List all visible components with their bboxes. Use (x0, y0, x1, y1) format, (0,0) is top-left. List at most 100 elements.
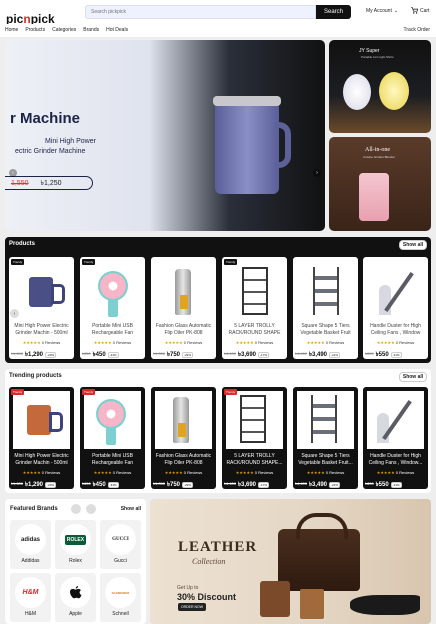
product-card[interactable]: Trendy Mini High Power Electric Grinder … (9, 257, 74, 359)
old-price: ৳800 (365, 481, 374, 486)
chevron-down-icon: ⌄ (393, 8, 399, 14)
new-price: ৳450 (92, 352, 106, 358)
my-account-menu[interactable]: My Account ⌄ (366, 8, 398, 14)
product-rating: ★★★★★ 0 Reviews (222, 470, 287, 475)
old-price: ৳1,600 (11, 481, 24, 486)
adidas-logo-icon: adidas (15, 524, 46, 555)
brands-show-all-link[interactable]: Show all (121, 506, 141, 512)
nav-brands[interactable]: Brands (83, 27, 99, 33)
product-card[interactable]: Square Shape 5 Tiers Vegetable Basket Fr… (293, 387, 358, 489)
brand-name: Gucci (114, 558, 127, 564)
hero-line1: Mini High Power (45, 138, 96, 145)
hero-line2: ectric Grinder Machine (15, 148, 86, 155)
product-name: Fashion Glass Automatic Flip Oiler PK-80… (155, 453, 212, 466)
old-price: ৳4,400 (295, 481, 308, 486)
product-rating: ★★★★★ 0 Reviews (293, 340, 358, 345)
hero-prev-button[interactable]: ‹ (9, 169, 17, 177)
product-card[interactable]: Handle Duster for High Ceiling Fans , Wi… (363, 387, 428, 489)
nav-products[interactable]: Products (25, 27, 45, 33)
product-card[interactable]: Handle Duster for High Ceiling Fans , Wi… (363, 257, 428, 359)
brand-card[interactable]: SCHNEIDER Schneil (100, 573, 141, 622)
discount-badge: -31% (390, 481, 402, 488)
brand-card[interactable]: Apple (55, 573, 96, 622)
star-rating-icon: ★★★★★ (306, 470, 325, 475)
product-name: Square Shape 5 Tiers Vegetable Basket Fr… (298, 453, 353, 466)
trendy-badge: Trendy (82, 259, 96, 265)
product-image (15, 263, 68, 319)
search-bar: Search (85, 5, 351, 19)
order-now-button[interactable]: ORDER NOW (178, 603, 206, 611)
product-name: 5 LAYER TROLLY RACK/ROUND SHAPE... (226, 453, 283, 466)
product-name: Mini High Power Electric Grinder Machin … (14, 323, 69, 336)
review-count: 0 Reviews (395, 470, 415, 475)
new-price: ৳1,290 (25, 482, 44, 488)
product-rating: ★★★★★ 0 Reviews (222, 340, 287, 345)
product-image (226, 391, 283, 449)
hm-logo-icon: H&M (15, 577, 46, 608)
product-card[interactable]: Square Shape 5 Tiers Vegetable Basket Fr… (293, 257, 358, 359)
product-card[interactable]: Trendy Portable Mini USB Rechargeable Fa… (80, 387, 145, 489)
schneider-logo-icon: SCHNEIDER (105, 577, 136, 608)
hero-mug-lid (213, 96, 281, 106)
promo-banner-blender[interactable]: All-in-one Cuisine Grinder Blender (329, 137, 431, 231)
product-image (228, 263, 281, 319)
hero-old-price: 1,550 (11, 179, 29, 187)
star-rating-icon: ★★★★★ (235, 340, 254, 345)
products-show-all-button[interactable]: Show all (399, 240, 427, 250)
new-price: ৳550 (375, 482, 389, 488)
discount-badge: -29% (182, 481, 194, 488)
section-title: Trending products (9, 373, 62, 379)
nav-categories[interactable]: Categories (52, 27, 76, 33)
trending-show-all-button[interactable]: Show all (399, 372, 427, 382)
brand-card[interactable]: GUCCI Gucci (100, 520, 141, 569)
product-rating: ★★★★★ 0 Reviews (9, 340, 74, 345)
brand-card[interactable]: ROLEX Rolex (55, 520, 96, 569)
brand-card[interactable]: H&M H&M (10, 573, 51, 622)
old-price: ৳650 (82, 351, 91, 356)
product-card[interactable]: Trendy 5 LAYER TROLLY RACK/ROUND SHAPE..… (222, 387, 287, 489)
trending-section: Trending products Show all Trendy Mini H… (5, 369, 431, 493)
nav-home[interactable]: Home (5, 27, 18, 33)
product-card[interactable]: Trendy 5 LAYER TROLLY RACK/ROUND SHAPE ★… (222, 257, 287, 359)
brands-next-button[interactable] (86, 504, 96, 514)
search-button[interactable]: Search (316, 5, 351, 19)
product-name: Square Shape 5 Tiers Vegetable Basket Fr… (300, 323, 351, 336)
products-prev-button[interactable]: ‹ (10, 309, 19, 318)
old-price: ৳4,400 (224, 351, 237, 356)
product-card[interactable]: Trendy Mini High Power Electric Grinder … (9, 387, 74, 489)
leather-collection-banner[interactable]: LEATHER Collection Get Up to 30% Discoun… (150, 499, 431, 624)
product-price: ৳650 ৳450 -31% (82, 479, 143, 489)
trendy-badge: Trendy (224, 259, 238, 265)
hero-next-button[interactable]: › (313, 169, 321, 177)
product-rating: ★★★★★ 0 Reviews (9, 470, 74, 475)
star-rating-icon: ★★★★★ (164, 470, 183, 475)
banner-discount: 30% Discount (177, 592, 237, 602)
product-rating: ★★★★★ 0 Reviews (151, 340, 216, 345)
star-rating-icon: ★★★★★ (376, 340, 395, 345)
banner-subtitle: Collection (192, 557, 226, 566)
discount-badge: -29% (182, 351, 194, 358)
product-card[interactable]: Trendy Portable Mini USB Rechargeable Fa… (80, 257, 145, 359)
promo-banner-lint[interactable]: JY Super Portable Lint Light Shirts (329, 40, 431, 133)
product-card[interactable]: Fashion Glass Automatic Flip Oiler PK-80… (151, 257, 216, 359)
review-count: 0 Reviews (112, 470, 132, 475)
product-card[interactable]: Fashion Glass Automatic Flip Oiler PK-80… (151, 387, 216, 489)
brand-card[interactable]: adidas Addidas (10, 520, 51, 569)
search-input[interactable] (85, 5, 316, 19)
star-rating-icon: ★★★★★ (376, 470, 395, 475)
product-price: ৳4,400 ৳3,490 -21% (295, 479, 356, 489)
brand-name: Apple (69, 611, 82, 617)
product-price: ৳4,400 ৳3,690 -17% (224, 479, 285, 489)
discount-badge: -31% (107, 351, 119, 358)
trendy-badge: Trendy (11, 259, 25, 265)
track-order-link[interactable]: Track Order (404, 27, 430, 33)
product-name: Portable Mini USB Rechargeable Fan (91, 323, 134, 336)
hero-carousel[interactable]: r Machine Mini High Power ectric Grinder… (5, 40, 325, 231)
brands-prev-button[interactable] (71, 504, 81, 514)
gucci-logo-icon: GUCCI (105, 524, 136, 555)
cart-link[interactable]: Cart (411, 7, 429, 14)
wallet-image (260, 581, 290, 617)
discount-badge: -20% (45, 351, 57, 358)
nav-hot-deals[interactable]: Hot Deals (106, 27, 128, 33)
main-nav: Home Products Categories Brands Hot Deal… (0, 24, 436, 36)
